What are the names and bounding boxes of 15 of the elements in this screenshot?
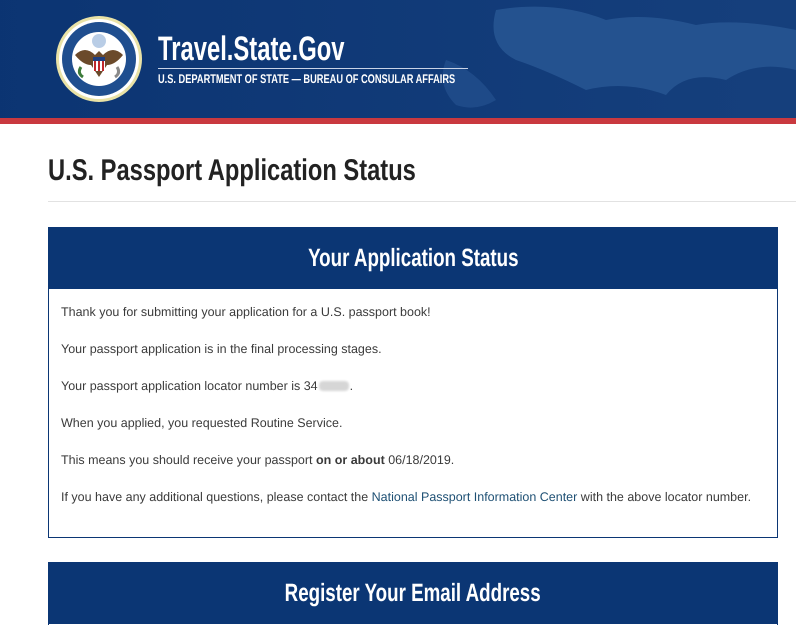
information-center-link[interactable]: National Passport Information Center [372,490,578,504]
status-message: Your passport application is in the final processing stages. [61,341,383,357]
status-message: This means you should receive your passport on or about 06/18/2019. [61,452,456,468]
panel-heading: Register Your Email Address [285,578,541,609]
page-title: U.S. Passport Application Status [48,153,416,189]
site-subtitle: U.S. DEPARTMENT OF STATE — BUREAU OF CONSULAR AFFAIRS [158,72,456,87]
contact-message: If you have any additional questions, please contact the National Passport Information Center with the above locator number. [61,489,752,505]
panel-heading: Your Application Status [308,242,518,274]
status-message: Thank you for submitting your application for a U.S. passport book! [61,304,432,320]
site-title[interactable]: Travel.State.Gov [158,31,345,67]
department-seal-icon [55,15,143,103]
blurred-number-icon [318,381,349,391]
status-message: When you applied, you requested Routine Service. [61,415,344,431]
locator-number-message: Your passport application locator number is 34 [61,378,318,394]
sentence-period: . [350,378,354,394]
